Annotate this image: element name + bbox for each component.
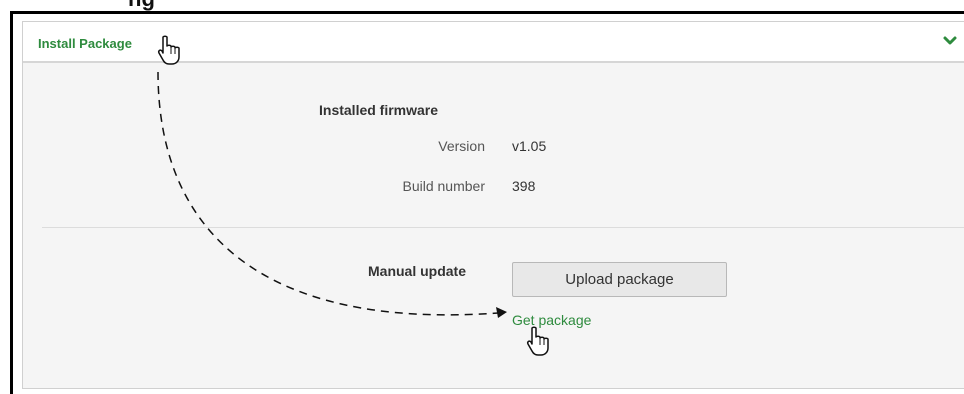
dashed-curved-arrow — [157, 71, 499, 316]
hand-pointer-icon — [158, 35, 180, 65]
arrow-head — [496, 307, 507, 318]
hand-pointer-icon — [527, 326, 549, 356]
annotation-overlay — [157, 35, 549, 356]
